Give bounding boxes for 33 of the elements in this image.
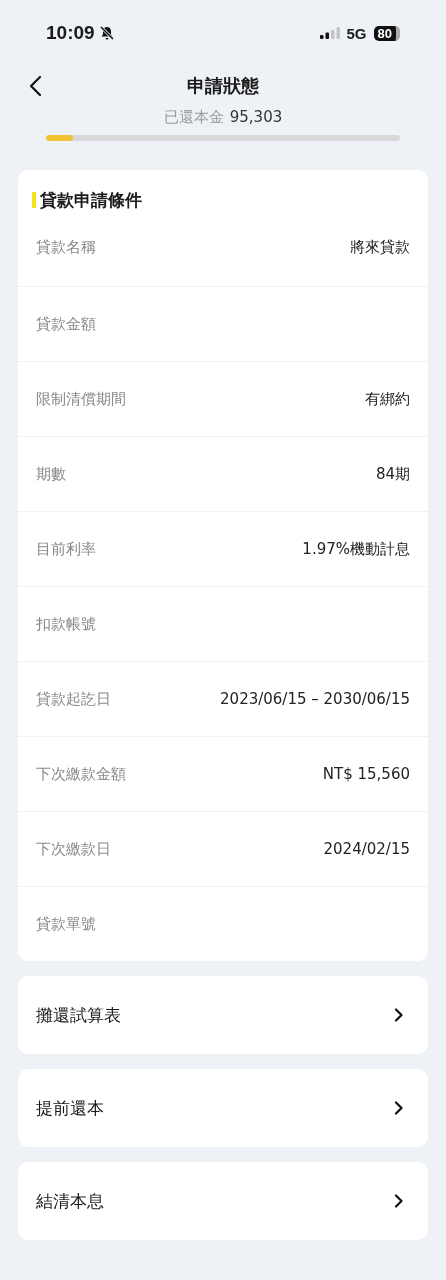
row-label: 貸款金額 — [36, 314, 96, 334]
network-label: 5G — [346, 24, 367, 42]
status-time: 10:09 — [46, 22, 95, 44]
row-value: 2024/02/15 — [323, 840, 410, 858]
row-label: 下次繳款日 — [36, 839, 111, 859]
chevron-right-icon — [394, 1008, 404, 1022]
chevron-right-icon — [394, 1101, 404, 1115]
row-value: 2023/06/15 – 2030/06/15 — [220, 690, 410, 708]
repaid-label: 已還本金 — [163, 108, 224, 127]
row-value: 將來貸款 — [350, 237, 410, 257]
row-label: 目前利率 — [36, 539, 96, 559]
row-value: 84期 — [375, 464, 410, 484]
row-value: NT$ 15,560 — [322, 765, 410, 783]
row-value: 有綁約 — [365, 389, 410, 409]
row-label: 貸款起訖日 — [36, 689, 111, 709]
bell-off-icon — [98, 25, 115, 41]
repaid-amount: 95,303 — [229, 108, 283, 127]
row-label: 下次繳款金額 — [36, 764, 126, 784]
section-title: 貸款申請條件 — [40, 188, 142, 212]
row-label: 貸款單號 — [36, 914, 96, 934]
row-label: 扣款帳號 — [36, 614, 96, 634]
menu-item[interactable]: 攤還試算表 — [18, 976, 428, 1054]
signal-icon — [319, 27, 340, 39]
page-title: 申請狀態 — [187, 74, 259, 98]
menu-item[interactable]: 提前還本 — [18, 1069, 428, 1147]
menu-item[interactable]: 結清本息 — [18, 1162, 428, 1240]
accent-bar — [32, 192, 36, 208]
row-label: 貸款名稱 — [36, 237, 96, 257]
row-value: 1.97%機動計息 — [302, 539, 410, 559]
battery-indicator: 80 — [373, 25, 400, 41]
row-label: 期數 — [36, 464, 66, 484]
row-label: 限制清償期間 — [36, 389, 126, 409]
chevron-right-icon — [394, 1194, 404, 1208]
